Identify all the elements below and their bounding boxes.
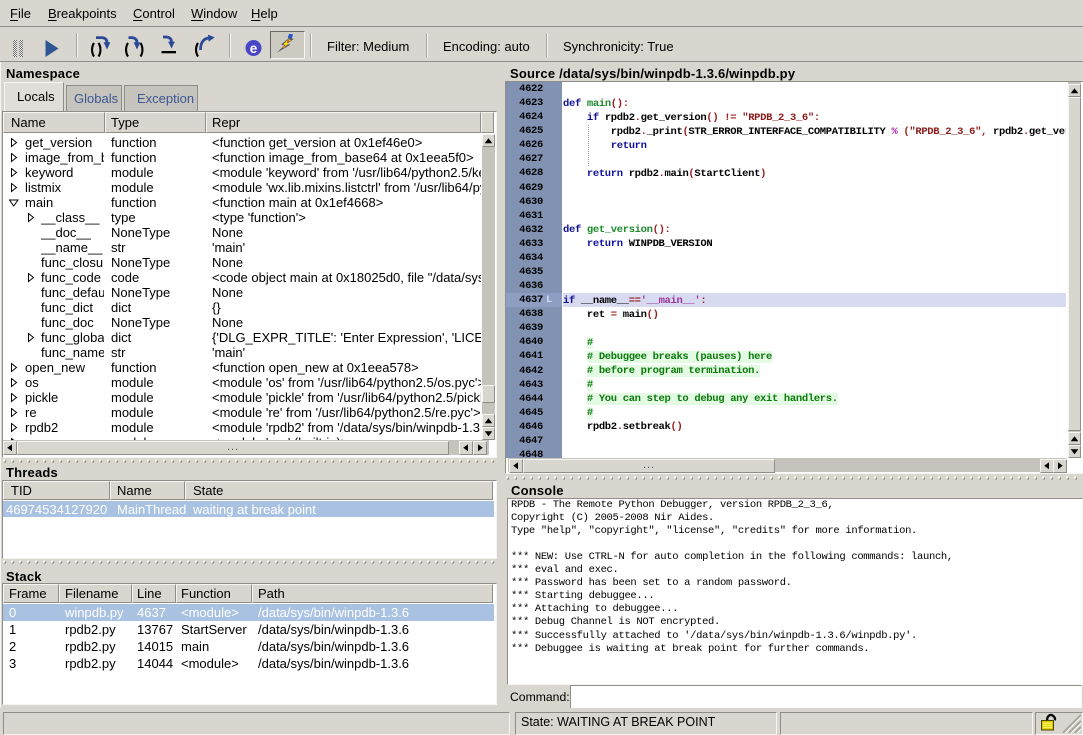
svg-text:e: e xyxy=(250,41,258,56)
